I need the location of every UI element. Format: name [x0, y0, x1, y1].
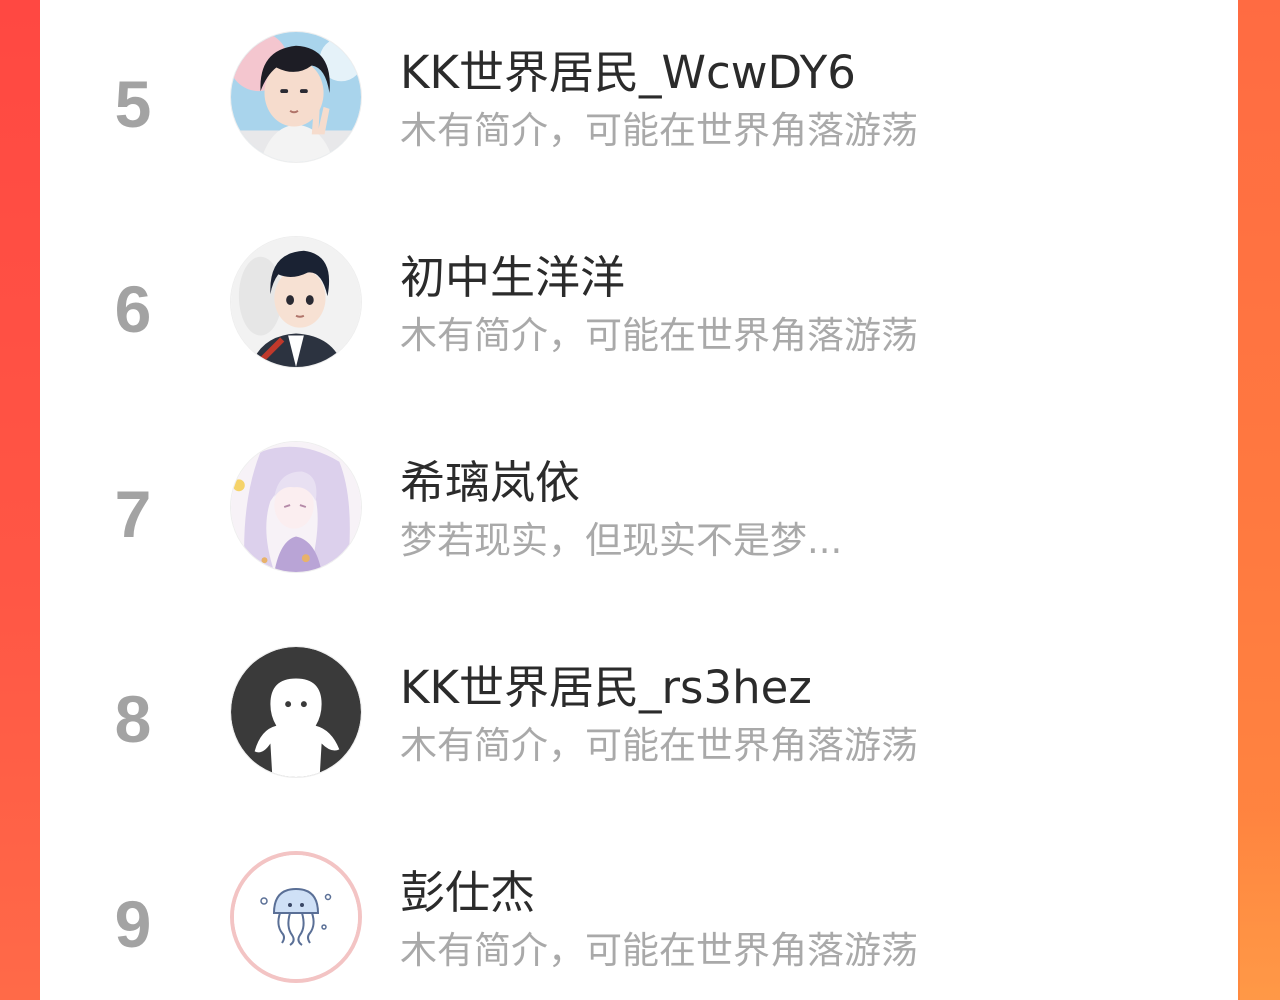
ranking-list-panel: 5 KK世界居民_WcwDY6 木有简介，可能在世界角落游荡 6 初中生洋洋 木…	[40, 0, 1238, 1000]
user-bio: 木有简介，可能在世界角落游荡	[400, 929, 918, 972]
jellyfish-avatar-icon[interactable]	[230, 851, 362, 983]
rank-number: 9	[114, 887, 152, 961]
user-name[interactable]: 希璃岚依	[400, 446, 580, 511]
anime-girl-lavender-avatar-icon[interactable]	[230, 441, 362, 573]
rank-number: 6	[114, 272, 152, 346]
background-left-edge	[0, 0, 40, 1000]
background-right-edge	[1238, 0, 1280, 1000]
user-name[interactable]: 彭仕杰	[400, 856, 535, 921]
ranking-list-item[interactable]: 8 KK世界居民_rs3hez 木有简介，可能在世界角落游荡	[40, 615, 1238, 820]
rank-number: 5	[114, 67, 152, 141]
user-name[interactable]: 初中生洋洋	[400, 241, 625, 306]
user-name[interactable]: KK世界居民_rs3hez	[400, 651, 812, 716]
default-ghost-avatar-icon[interactable]	[230, 646, 362, 778]
user-bio: 木有简介，可能在世界角落游荡	[400, 314, 918, 357]
anime-boy-backpack-avatar-icon[interactable]	[230, 236, 362, 368]
user-bio: 木有简介，可能在世界角落游荡	[400, 724, 918, 767]
user-bio: 木有简介，可能在世界角落游荡	[400, 109, 918, 152]
ranking-list-item[interactable]: 9 彭仕杰 木有简介，可能在世界角落游荡	[40, 820, 1238, 1000]
ranking-list-item[interactable]: 6 初中生洋洋 木有简介，可能在世界角落游荡	[40, 205, 1238, 410]
ranking-list-item[interactable]: 5 KK世界居民_WcwDY6 木有简介，可能在世界角落游荡	[40, 0, 1238, 205]
ranking-list-item[interactable]: 7 希璃岚依 梦若现实，但现实不是梦...	[40, 410, 1238, 615]
rank-number: 8	[114, 682, 152, 756]
anime-boy-peace-sign-avatar-icon[interactable]	[230, 31, 362, 163]
user-bio: 梦若现实，但现实不是梦...	[400, 519, 843, 562]
rank-number: 7	[114, 477, 152, 551]
user-name[interactable]: KK世界居民_WcwDY6	[400, 36, 856, 101]
